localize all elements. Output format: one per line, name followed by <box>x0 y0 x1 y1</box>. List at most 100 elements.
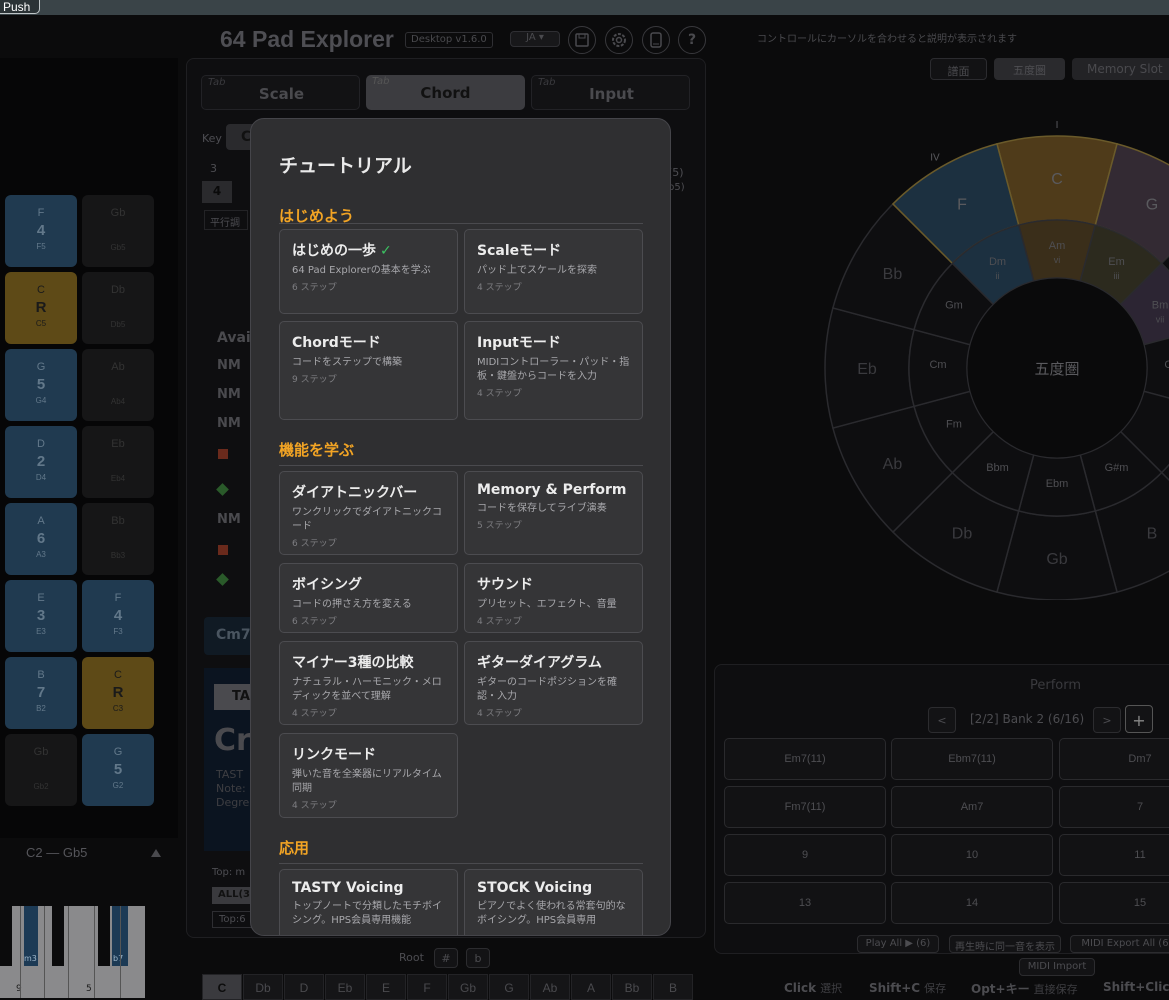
pad[interactable]: Db Db5 <box>82 272 154 344</box>
key-tab[interactable]: Eb <box>325 974 365 1000</box>
tutorial-card[interactable]: リンクモード 弾いた音を全楽器にリアルタイム同期 4 ステップ <box>279 733 458 818</box>
pad-note: F <box>114 592 122 604</box>
octave-4[interactable]: 4 <box>202 181 232 203</box>
pad[interactable]: C R C3 <box>82 657 154 729</box>
tutorial-card[interactable]: ギターダイアグラム ギターのコードポジションを確認・入力 4 ステップ <box>464 641 643 725</box>
key-tab[interactable]: E <box>366 974 406 1000</box>
memory-slot[interactable]: 13 <box>724 882 886 924</box>
pad-degree: 5 <box>113 761 123 778</box>
pad[interactable]: C R C5 <box>5 272 77 344</box>
key-tab[interactable]: B <box>653 974 693 1000</box>
memory-slot[interactable]: Fm7(11) <box>724 786 886 828</box>
play-all-button[interactable]: Play All ▶ (6) <box>857 935 939 953</box>
help-button[interactable]: ? <box>678 26 706 54</box>
card-title-text: Memory & Perform <box>477 482 627 498</box>
key-tab[interactable]: G <box>489 974 529 1000</box>
memory-slot[interactable]: Am7 <box>891 786 1053 828</box>
settings-button[interactable] <box>605 26 633 54</box>
midi-export-button[interactable]: MIDI Export All (6 <box>1070 935 1169 953</box>
memory-slot[interactable]: 11 <box>1059 834 1169 876</box>
tutorial-card[interactable]: Chordモード コードをステップで構築 9 ステップ <box>279 321 458 420</box>
key-tab[interactable]: Ab <box>530 974 570 1000</box>
memory-slot[interactable]: Dm7 <box>1059 738 1169 780</box>
square-icon <box>218 545 228 555</box>
relative-key-button[interactable]: 平行調 <box>204 210 248 230</box>
bank-prev-button[interactable]: < <box>928 707 956 733</box>
nm-item[interactable]: NM <box>217 512 241 527</box>
memory-slot[interactable]: 10 <box>891 834 1053 876</box>
tutorial-card[interactable]: Inputモード MIDIコントローラー・パッド・指板・鍵盤からコードを入力 4 ス… <box>464 321 643 420</box>
pad[interactable]: Eb Eb4 <box>82 426 154 498</box>
key-tab[interactable]: C <box>202 974 242 1000</box>
roman-numeral: I <box>1056 120 1059 131</box>
tab-input[interactable]: Tab Input <box>531 75 690 110</box>
device-button[interactable] <box>642 26 670 54</box>
nm-item[interactable]: NM <box>217 387 241 402</box>
tab-chord[interactable]: Tab Chord <box>366 75 525 110</box>
key-tab[interactable]: Db <box>243 974 283 1000</box>
pad[interactable]: B 7 B2 <box>5 657 77 729</box>
tutorial-card[interactable]: Memory & Perform コードを保存してライブ演奏 5 ステップ <box>464 471 643 555</box>
view-tab-score[interactable]: 譜面 <box>930 58 987 80</box>
root-flat-button[interactable]: b <box>466 948 490 968</box>
pad[interactable]: D 2 D4 <box>5 426 77 498</box>
memory-slot[interactable]: 14 <box>891 882 1053 924</box>
key-tab[interactable]: Bb <box>612 974 652 1000</box>
same-sound-toggle[interactable]: 再生時に同一音を表示 <box>949 935 1061 953</box>
pad[interactable]: Gb Gb2 <box>5 734 77 806</box>
key-tab[interactable]: A <box>571 974 611 1000</box>
bank-add-button[interactable]: + <box>1125 705 1153 733</box>
memory-slot[interactable]: 15 <box>1059 882 1169 924</box>
info-line: TAST <box>216 768 244 781</box>
tutorial-card[interactable]: Scaleモード パッド上でスケールを探索 4 ステップ <box>464 229 643 314</box>
root-sharp-button[interactable]: # <box>434 948 458 968</box>
degree-label: vii <box>1156 315 1165 325</box>
top6-filter-button[interactable]: Top:6 <box>212 911 252 928</box>
language-select[interactable]: JA ▾ <box>510 31 560 47</box>
pad-degree <box>82 222 154 240</box>
tab-scale[interactable]: Tab Scale <box>201 75 360 110</box>
tutorial-card[interactable]: サウンド プリセット、エフェクト、音量 4 ステップ <box>464 563 643 633</box>
memory-slot[interactable]: 9 <box>724 834 886 876</box>
diamond-icon <box>216 483 229 496</box>
triangle-up-icon[interactable] <box>150 848 162 858</box>
tutorial-card[interactable]: TASTY Voicing トップノートで分類したモチボイシング。HPS会員専用機… <box>279 869 458 935</box>
memory-slot[interactable]: Em7(11) <box>724 738 886 780</box>
pad[interactable]: Ab Ab4 <box>82 349 154 421</box>
tutorial-card[interactable]: ボイシング コードの押さえ方を変える 6 ステップ <box>279 563 458 633</box>
pad[interactable]: G 5 G4 <box>5 349 77 421</box>
all-filter-button[interactable]: ALL(3 <box>212 887 252 904</box>
pad-degree <box>82 453 154 471</box>
mini-keyboard[interactable]: m3 9 5 b7 <box>0 906 145 998</box>
midi-import-button[interactable]: MIDI Import <box>1019 958 1095 976</box>
card-steps: 4 ステップ <box>477 283 522 293</box>
memory-slot[interactable]: Ebm7(11) <box>891 738 1053 780</box>
tutorial-card[interactable]: ダイアトニックバー ワンクリックでダイアトニックコード 6 ステップ <box>279 471 458 555</box>
degree-label: ii <box>996 271 1000 281</box>
pad[interactable]: E 3 E3 <box>5 580 77 652</box>
nm-item[interactable]: NM <box>217 416 241 431</box>
tutorial-card[interactable]: STOCK Voicing ピアノでよく使われる常套句的なボイシング。HPS会員専… <box>464 869 643 935</box>
tutorial-card[interactable]: はじめの一歩 ✓ 64 Pad Explorerの基本を学ぶ 6 ステップ <box>279 229 458 314</box>
pad[interactable]: F 4 F5 <box>5 195 77 267</box>
nm-item[interactable]: NM <box>217 358 241 373</box>
view-tab-circle[interactable]: 五度圏 <box>994 58 1065 80</box>
push-button[interactable]: Push <box>0 0 40 14</box>
octave-3[interactable]: 3 <box>210 162 217 175</box>
pad[interactable]: G 5 G2 <box>82 734 154 806</box>
circle-of-fifths[interactable]: CGFBbEbAbDbGbBEADAmviEmiiiDmiiBmviiGmCmF… <box>780 120 1169 600</box>
pad[interactable]: F 4 F3 <box>82 580 154 652</box>
save-button[interactable] <box>568 26 596 54</box>
bank-next-button[interactable]: > <box>1093 707 1121 733</box>
key-tab[interactable]: F <box>407 974 447 1000</box>
pad[interactable]: Bb Bb3 <box>82 503 154 575</box>
pad-degree <box>5 761 77 779</box>
pad[interactable]: A 6 A3 <box>5 503 77 575</box>
key-tab[interactable]: Gb <box>448 974 488 1000</box>
pad[interactable]: Gb Gb5 <box>82 195 154 267</box>
memory-slot[interactable]: 7 <box>1059 786 1169 828</box>
tutorial-card[interactable]: マイナー3種の比較 ナチュラル・ハーモニック・メロディックを並べて理解 4 ステップ <box>279 641 458 725</box>
view-tab-memory[interactable]: Memory Slot <box>1072 58 1169 80</box>
key-tab[interactable]: D <box>284 974 324 1000</box>
card-description: コードをステップで構築 <box>292 357 402 368</box>
